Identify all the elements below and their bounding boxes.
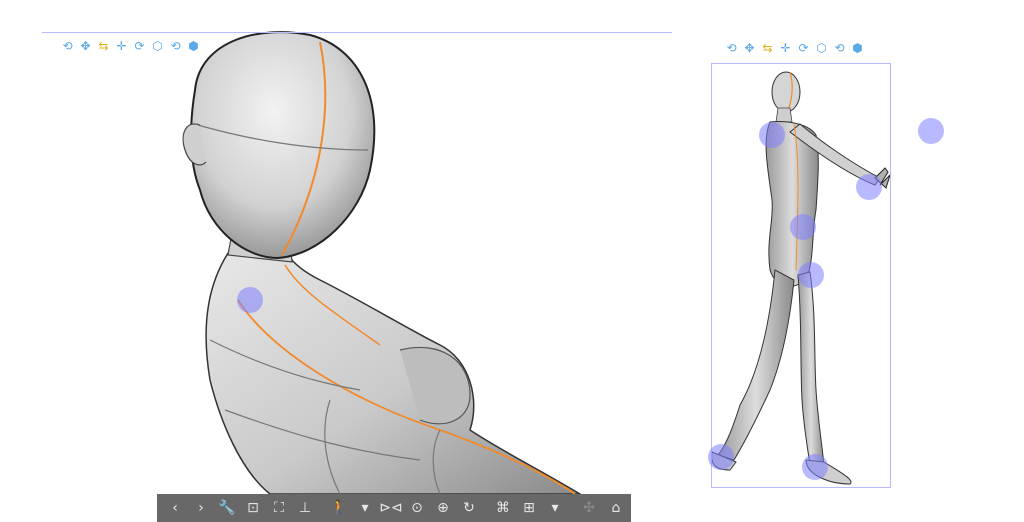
camera-angle-button[interactable]: ⊡ bbox=[241, 497, 265, 519]
guide-line bbox=[42, 32, 672, 33]
figure-closeup-render[interactable] bbox=[0, 0, 680, 494]
rotate-object-icon[interactable]: ⟳ bbox=[796, 41, 811, 56]
joint-handle-waist[interactable] bbox=[790, 214, 816, 240]
next-object-button[interactable]: › bbox=[189, 497, 213, 519]
fit-to-view-button[interactable]: ⛶ bbox=[267, 497, 291, 519]
object-launcher-toolbar: ‹›🔧⊡⛶⊥🚶▾⊳⊲⊙⊕↻⌘⊞▾✣⤢ bbox=[157, 494, 631, 522]
pose-figure-button[interactable]: 🚶 bbox=[327, 497, 351, 519]
rotate-joint-button[interactable]: ↻ bbox=[457, 497, 481, 519]
move-along-axis-icon[interactable]: ⇆ bbox=[760, 41, 775, 56]
pose-dropdown-button[interactable]: ▾ bbox=[353, 497, 377, 519]
rotate-camera-icon[interactable]: ⟲ bbox=[60, 39, 75, 54]
body-shape-dropdown-button[interactable]: ▾ bbox=[543, 497, 567, 519]
rotate-camera-icon[interactable]: ⟲ bbox=[724, 41, 739, 56]
register-pose-button[interactable]: ⌘ bbox=[491, 497, 515, 519]
move-object-icon[interactable]: ✛ bbox=[114, 39, 129, 54]
rotate-object-alt-icon[interactable]: ⬡ bbox=[150, 39, 165, 54]
camera-control-toolbar-right: ⟲ ✥ ⇆ ✛ ⟳ ⬡ ⟲ ⬢ bbox=[724, 40, 865, 56]
camera-control-toolbar-left: ⟲ ✥ ⇆ ✛ ⟳ ⬡ ⟲ ⬢ bbox=[60, 38, 201, 54]
pan-camera-icon[interactable]: ✥ bbox=[742, 41, 757, 56]
move-3d-icon[interactable]: ⬢ bbox=[850, 41, 865, 56]
reset-pose-button[interactable]: ⊙ bbox=[405, 497, 429, 519]
object-settings-button[interactable]: 🔧 bbox=[215, 497, 239, 519]
joint-handle-hand[interactable] bbox=[856, 174, 882, 200]
left-canvas[interactable] bbox=[0, 0, 680, 494]
joint-handle-hip[interactable] bbox=[798, 262, 824, 288]
disabled-tool-a-button: ✣ bbox=[583, 500, 595, 516]
joint-handle-right-foot[interactable] bbox=[802, 454, 828, 480]
joint-handle-shoulder-right-view[interactable] bbox=[759, 122, 785, 148]
rotate-object-3d-icon[interactable]: ⟲ bbox=[832, 41, 847, 56]
register-to-material-button[interactable]: ⌂ bbox=[601, 494, 631, 522]
rotate-object-alt-icon[interactable]: ⬡ bbox=[814, 41, 829, 56]
lock-joint-button[interactable]: ⊕ bbox=[431, 497, 455, 519]
previous-object-button[interactable]: ‹ bbox=[163, 497, 187, 519]
rotate-object-icon[interactable]: ⟳ bbox=[132, 39, 147, 54]
flip-horizontal-button[interactable]: ⊳⊲ bbox=[379, 497, 403, 519]
move-along-axis-icon[interactable]: ⇆ bbox=[96, 39, 111, 54]
move-object-icon[interactable]: ✛ bbox=[778, 41, 793, 56]
joint-handle-floating[interactable] bbox=[918, 118, 944, 144]
move-3d-icon[interactable]: ⬢ bbox=[186, 39, 201, 54]
joint-handle-left-foot[interactable] bbox=[708, 444, 734, 470]
land-on-floor-button[interactable]: ⊥ bbox=[293, 497, 317, 519]
rotate-object-3d-icon[interactable]: ⟲ bbox=[168, 39, 183, 54]
body-shape-button[interactable]: ⊞ bbox=[517, 497, 541, 519]
joint-handle-shoulder[interactable] bbox=[237, 287, 263, 313]
pan-camera-icon[interactable]: ✥ bbox=[78, 39, 93, 54]
